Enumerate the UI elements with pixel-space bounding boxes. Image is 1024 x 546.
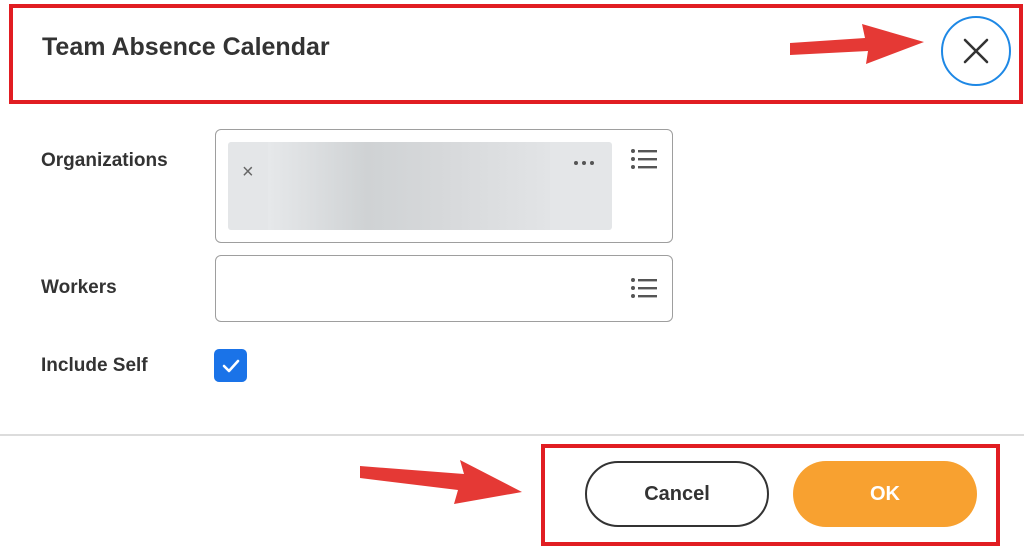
redacted-organization-value	[268, 142, 550, 230]
remove-icon[interactable]: ×	[242, 162, 254, 182]
annotation-arrow-icon	[790, 24, 924, 64]
organizations-label: Organizations	[41, 150, 168, 171]
dialog-title: Team Absence Calendar	[42, 33, 330, 61]
list-icon[interactable]	[630, 277, 658, 299]
close-button[interactable]	[941, 16, 1011, 86]
list-icon[interactable]	[630, 148, 658, 170]
close-icon	[963, 38, 989, 64]
check-icon	[222, 359, 239, 372]
workers-label: Workers	[41, 277, 117, 298]
ok-button[interactable]: OK	[793, 461, 977, 527]
organization-selected-item[interactable]: ×	[228, 142, 612, 230]
more-icon[interactable]	[573, 158, 595, 168]
workers-field[interactable]	[215, 255, 673, 322]
include-self-label: Include Self	[41, 355, 148, 376]
organizations-field[interactable]: ×	[215, 129, 673, 243]
footer-divider	[0, 434, 1024, 436]
cancel-button[interactable]: Cancel	[585, 461, 769, 527]
annotation-arrow-icon	[360, 460, 522, 504]
include-self-checkbox[interactable]	[214, 349, 247, 382]
